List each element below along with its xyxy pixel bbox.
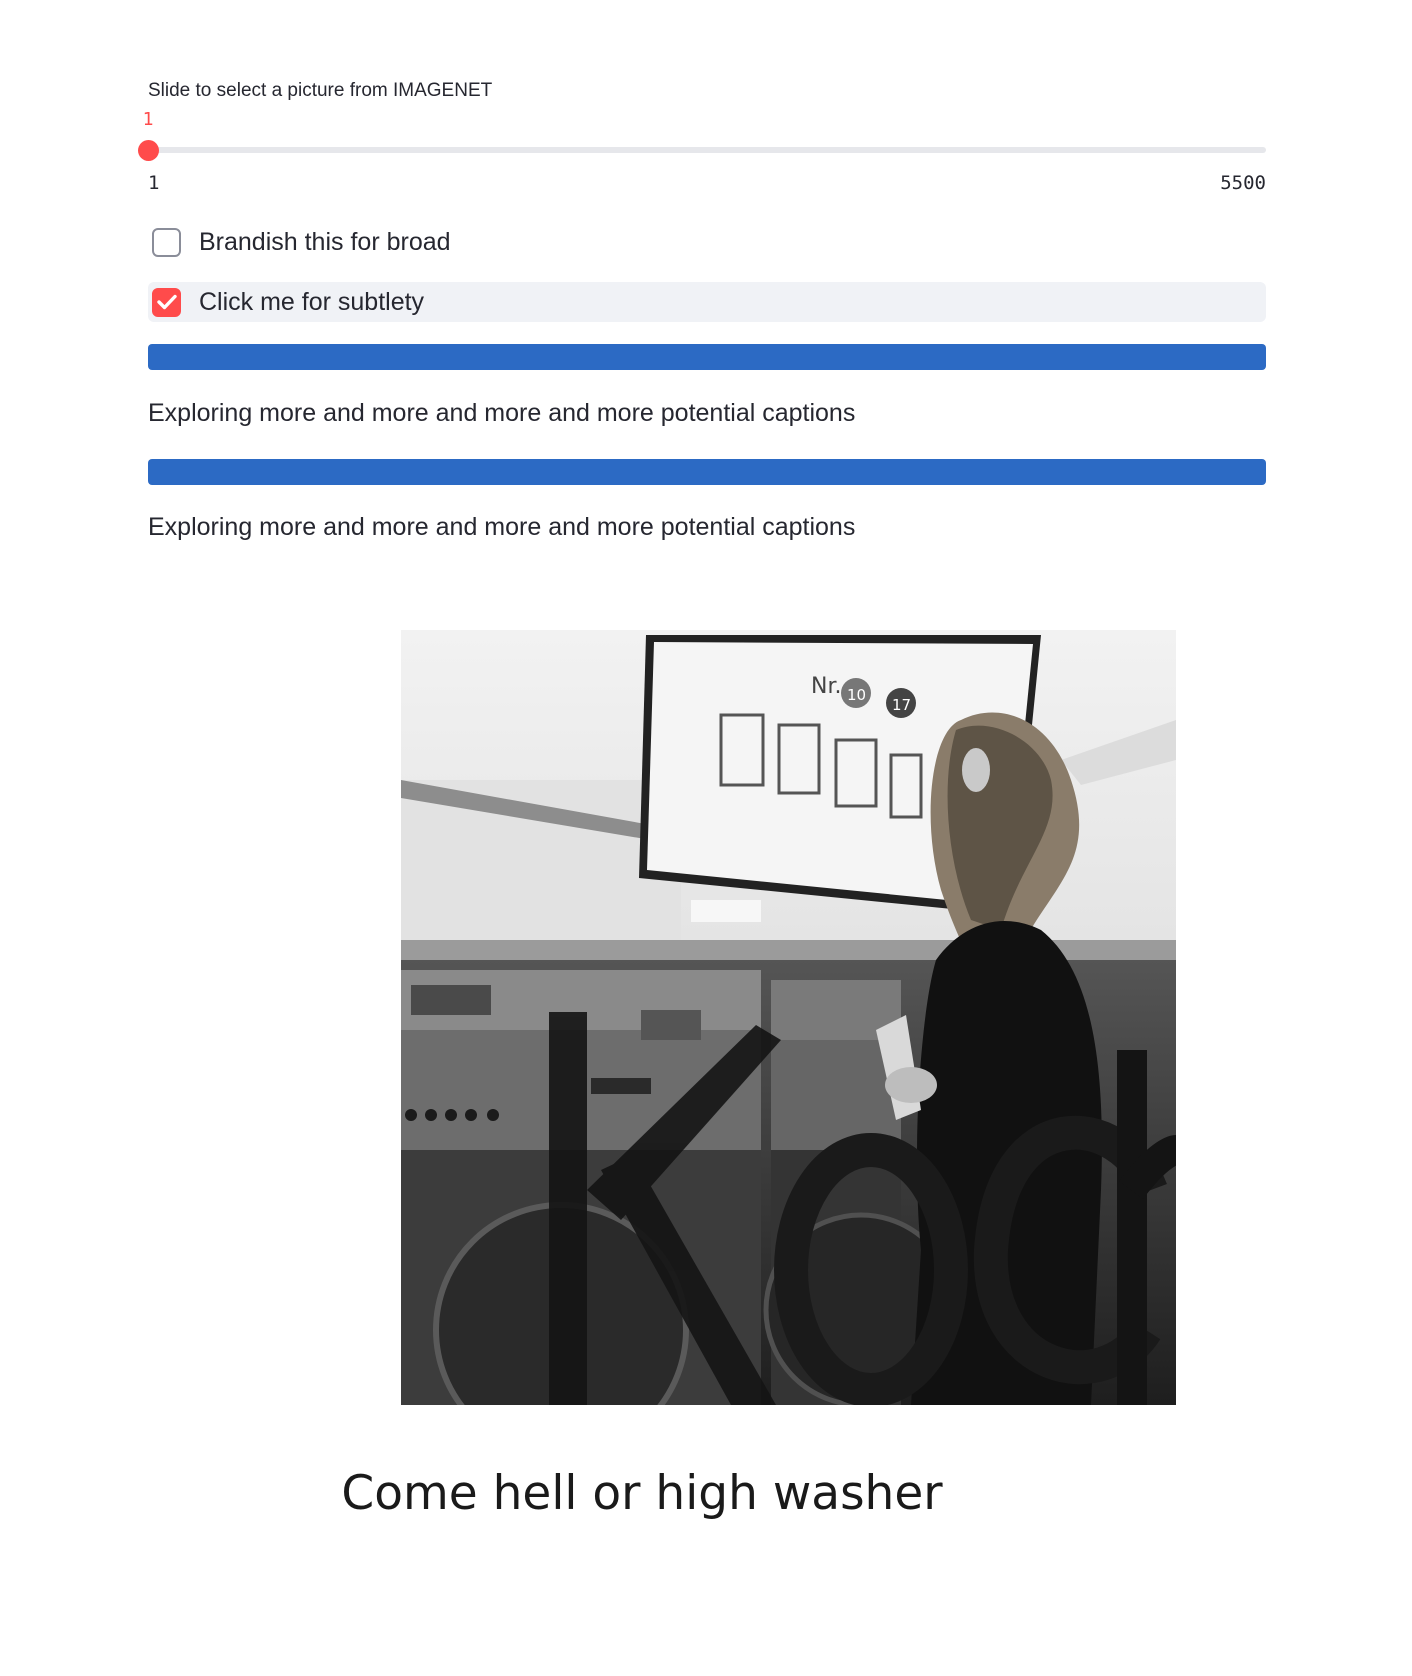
- image-index-slider-thumb[interactable]: [138, 140, 159, 161]
- checkbox-subtlety-label: Click me for subtlety: [199, 287, 425, 316]
- app-main: Slide to select a picture from IMAGENET …: [138, 0, 1266, 1676]
- slider-max-label: 5500: [1220, 172, 1266, 194]
- laundromat-photo-drawing: Nr. 10 17: [401, 630, 1176, 1405]
- checkbox-subtlety-box[interactable]: [152, 287, 181, 317]
- checkbox-broad[interactable]: Brandish this for broad: [148, 222, 1266, 262]
- progress-bar-2-fill: [148, 459, 1266, 485]
- sign-badge-1: 10: [847, 686, 866, 704]
- slider-current-value: 1: [142, 109, 154, 130]
- image-index-slider-track[interactable]: [148, 147, 1266, 153]
- checkbox-broad-label: Brandish this for broad: [199, 227, 451, 256]
- checkbox-broad-box[interactable]: [152, 227, 181, 257]
- progress-bar-1-fill: [148, 344, 1266, 370]
- slider-label: Slide to select a picture from IMAGENET: [148, 80, 493, 101]
- progress-bar-2: [148, 459, 1266, 485]
- checkbox-subtlety[interactable]: Click me for subtlety: [148, 282, 1266, 322]
- progress-status-1: Exploring more and more and more and mor…: [148, 399, 856, 427]
- slider-min-label: 1: [148, 172, 160, 194]
- progress-bar-1: [148, 344, 1266, 370]
- progress-status-2: Exploring more and more and more and mor…: [148, 513, 856, 541]
- sign-text: Nr.: [811, 674, 841, 699]
- generated-caption: Come hell or high washer: [341, 1466, 943, 1521]
- sign-badge-2: 17: [892, 696, 911, 714]
- checkmark-icon: [156, 294, 177, 310]
- laundromat-photo: Nr. 10 17: [401, 630, 1176, 1405]
